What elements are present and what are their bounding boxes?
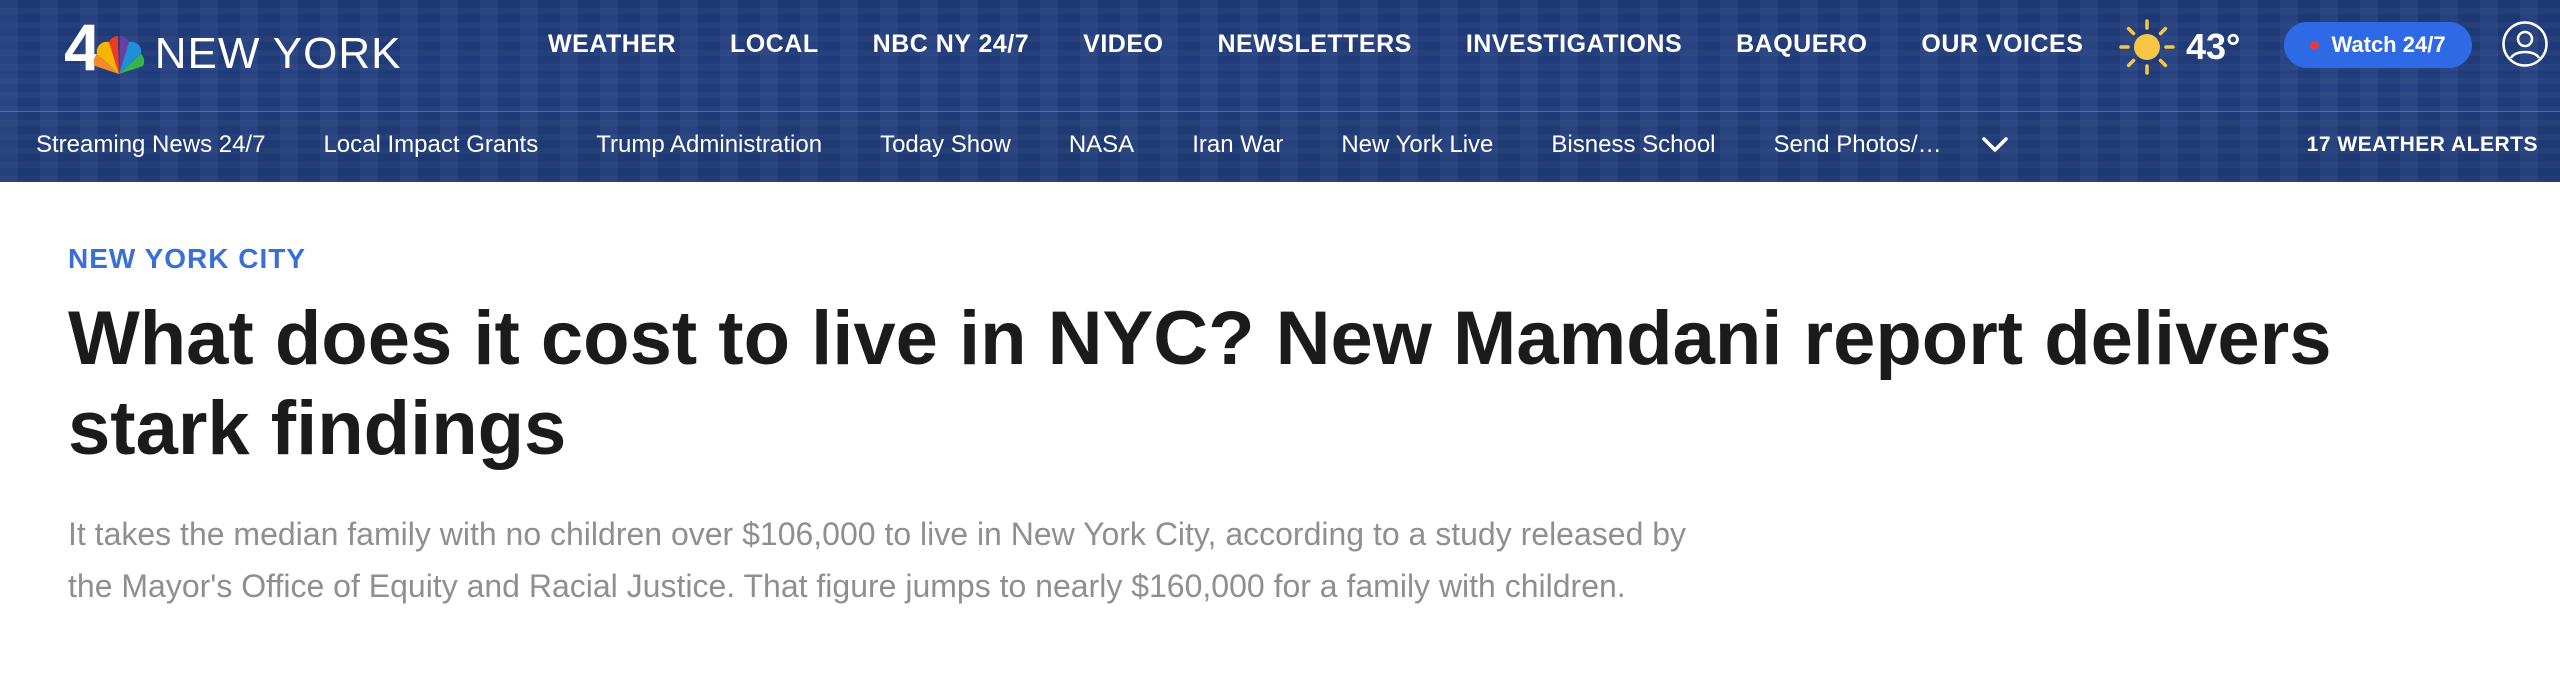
nav-item-newsletters[interactable]: NEWSLETTERS <box>1217 30 1411 59</box>
site-logo[interactable]: 4 NEW YORK <box>64 14 402 80</box>
header-divider <box>0 111 2560 112</box>
chevron-down-icon[interactable] <box>1978 128 2012 162</box>
subnav-item-send-photos[interactable]: Send Photos/… <box>1774 131 1942 159</box>
article-headline: What does it cost to live in NYC? New Ma… <box>68 296 2332 471</box>
subnav-item-trump-administration[interactable]: Trump Administration <box>596 131 822 159</box>
nav-item-local[interactable]: LOCAL <box>730 30 819 59</box>
subnav-item-today-show[interactable]: Today Show <box>880 131 1011 159</box>
subnav-item-iran-war[interactable]: Iran War <box>1192 131 1283 159</box>
nav-item-investigations[interactable]: INVESTIGATIONS <box>1466 30 1682 59</box>
weather-alerts-link[interactable]: 17 WEATHER ALERTS <box>2307 133 2538 157</box>
sun-icon <box>2119 19 2175 75</box>
live-dot-icon <box>2310 40 2320 50</box>
nav-item-baquero[interactable]: BAQUERO <box>1736 30 1867 59</box>
subnav-item-new-york-live[interactable]: New York Live <box>1341 131 1493 159</box>
nav-item-our-voices[interactable]: OUR VOICES <box>1921 30 2083 59</box>
secondary-nav: Streaming News 24/7 Local Impact Grants … <box>36 128 2012 162</box>
site-header: 4 NEW YORK WEATHER LOCAL NBC NY 24/7 VID… <box>0 0 2560 182</box>
subnav-item-streaming-news[interactable]: Streaming News 24/7 <box>36 131 265 159</box>
temperature-readout: 43° <box>2186 26 2241 67</box>
subnav-item-bisness-school[interactable]: Bisness School <box>1551 131 1715 159</box>
article-category-link[interactable]: NEW YORK CITY <box>68 243 306 275</box>
article-summary: It takes the median family with no child… <box>68 516 1687 604</box>
watch-live-label: Watch 24/7 <box>2331 32 2446 57</box>
nav-item-nbc-ny-24-7[interactable]: NBC NY 24/7 <box>873 30 1030 59</box>
weather-widget[interactable]: 43° <box>2118 18 2240 76</box>
subnav-item-local-impact-grants[interactable]: Local Impact Grants <box>323 131 538 159</box>
logo-city-text: NEW YORK <box>154 29 402 78</box>
nav-item-weather[interactable]: WEATHER <box>548 30 676 59</box>
watch-live-button[interactable]: Watch 24/7 <box>2284 22 2472 68</box>
nav-item-video[interactable]: VIDEO <box>1083 30 1163 59</box>
nbc-peacock-icon <box>93 36 144 74</box>
primary-nav: WEATHER LOCAL NBC NY 24/7 VIDEO NEWSLETT… <box>548 30 2137 59</box>
subnav-item-nasa[interactable]: NASA <box>1069 131 1134 159</box>
user-account-icon[interactable] <box>2501 20 2549 68</box>
